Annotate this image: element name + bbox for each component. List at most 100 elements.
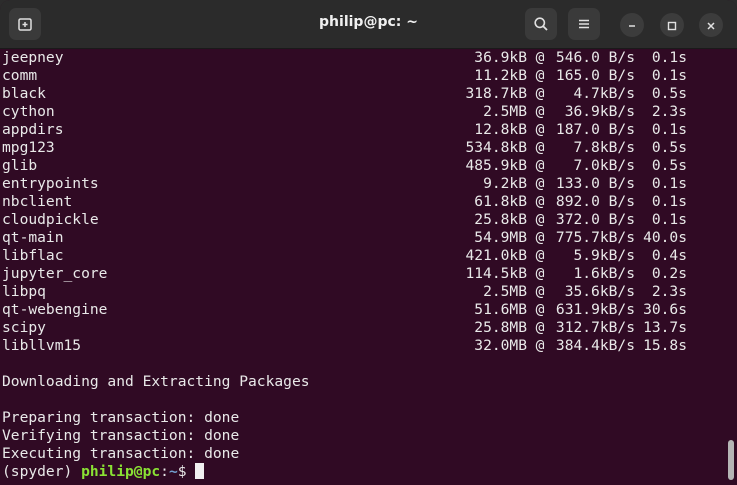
prompt-symbol: $ bbox=[177, 463, 196, 480]
package-row: scipy 25.8MB @312.7kB/s 13.7s bbox=[0, 319, 724, 337]
package-name: libllvm15 bbox=[2, 337, 82, 354]
package-row: comm 11.2kB @165.0 B/s 0.1s bbox=[0, 67, 724, 85]
download-time: 0.5s bbox=[651, 157, 687, 174]
rate-separator: @ bbox=[535, 283, 545, 300]
package-size: 61.8kB bbox=[474, 193, 527, 210]
package-name: entrypoints bbox=[2, 175, 99, 192]
package-name: qt-main bbox=[2, 229, 64, 246]
download-time: 0.1s bbox=[651, 121, 687, 138]
package-size: 25.8kB bbox=[474, 211, 527, 228]
package-name: libflac bbox=[2, 247, 64, 264]
terminal-window: philip@pc: ~ jeepney 36.9kB @ 546.0 B/s … bbox=[0, 0, 737, 485]
download-time: 0.1s bbox=[651, 193, 687, 210]
download-rate: 7.0kB/s bbox=[573, 157, 635, 174]
package-row: black 318.7kB @4.7kB/s 0.5s bbox=[0, 85, 724, 103]
rate-separator: @ bbox=[535, 103, 545, 120]
package-size: 9.2kB bbox=[483, 175, 527, 192]
package-size: 2.5MB bbox=[483, 283, 527, 300]
package-name: black bbox=[2, 85, 46, 102]
download-rate: 892.0 B/s bbox=[555, 193, 635, 210]
package-row: qt-main 54.9MB @775.7kB/s 40.0s bbox=[0, 229, 724, 247]
package-name: appdirs bbox=[2, 121, 64, 138]
minimize-icon bbox=[627, 16, 637, 35]
rate-separator: @ bbox=[535, 193, 545, 210]
download-time: 0.2s bbox=[651, 265, 687, 282]
package-name: libpq bbox=[2, 283, 46, 300]
prompt-colon: : bbox=[160, 463, 169, 480]
download-time: 0.5s bbox=[651, 85, 687, 102]
rate-separator: @ bbox=[535, 67, 545, 84]
scrollbar-thumb[interactable] bbox=[728, 440, 734, 480]
package-size: 2.5MB bbox=[483, 103, 527, 120]
text-cursor bbox=[195, 463, 205, 479]
package-row: libllvm15 32.0MB @384.4kB/s 15.8s bbox=[0, 337, 724, 355]
rate-separator: @ bbox=[535, 265, 545, 282]
package-row: jupyter_core 114.5kB @1.6kB/s 0.2s bbox=[0, 265, 724, 283]
executing-message: Executing transaction: done bbox=[2, 445, 240, 462]
package-row: nbclient 61.8kB @892.0 B/s 0.1s bbox=[0, 193, 724, 211]
shell-prompt[interactable]: (spyder) philip@pc:~$ bbox=[0, 463, 724, 481]
maximize-button[interactable] bbox=[660, 13, 684, 37]
prompt-env: (spyder) bbox=[2, 463, 82, 480]
download-rate: 187.0 B/s bbox=[555, 121, 635, 138]
package-row: appdirs 12.8kB @187.0 B/s 0.1s bbox=[0, 121, 724, 139]
package-size: 485.9kB bbox=[465, 157, 527, 174]
package-size: 11.2kB bbox=[474, 67, 527, 84]
minimize-button[interactable] bbox=[620, 13, 644, 37]
package-row: mpg123 534.8kB @7.8kB/s 0.5s bbox=[0, 139, 724, 157]
package-size: 421.0kB bbox=[465, 247, 527, 264]
terminal-output[interactable]: jeepney 36.9kB @546.0 B/s 0.1s comm 11.2kB @16… bbox=[0, 49, 724, 485]
search-icon bbox=[533, 16, 549, 32]
package-size: 318.7kB bbox=[465, 85, 527, 102]
prompt-path: ~ bbox=[168, 463, 178, 480]
download-time: 30.6s bbox=[643, 301, 687, 318]
search-button[interactable] bbox=[525, 8, 557, 40]
package-size: 54.9MB bbox=[474, 229, 527, 246]
package-size: 114.5kB bbox=[465, 265, 527, 282]
package-name: jupyter_core bbox=[2, 265, 108, 282]
download-time: 40.0s bbox=[643, 229, 687, 246]
package-row: libpq 2.5MB @35.6kB/s 2.3s bbox=[0, 283, 724, 301]
package-name: qt-webengine bbox=[2, 301, 108, 318]
download-time: 0.1s bbox=[651, 49, 687, 66]
download-time: 2.3s bbox=[651, 103, 687, 120]
rate-separator: @ bbox=[535, 337, 545, 354]
package-row: entrypoints 9.2kB @133.0 B/s 0.1s bbox=[0, 175, 724, 193]
download-time: 0.1s bbox=[651, 67, 687, 84]
download-rate: 165.0 B/s bbox=[555, 67, 635, 84]
package-name: comm bbox=[2, 67, 38, 84]
package-name: scipy bbox=[2, 319, 46, 336]
package-size: 12.8kB bbox=[474, 121, 527, 138]
download-rate: 5.9kB/s bbox=[573, 247, 635, 264]
download-rate: 36.9kB/s bbox=[564, 103, 635, 120]
download-time: 15.8s bbox=[643, 337, 687, 354]
download-rate: 7.8kB/s bbox=[573, 139, 635, 156]
package-size: 25.8MB bbox=[474, 319, 527, 336]
download-rate: 1.6kB/s bbox=[573, 265, 635, 282]
rate-separator: @ bbox=[535, 175, 545, 192]
package-name: cython bbox=[2, 103, 55, 120]
download-rate: 546.0 B/s bbox=[555, 49, 635, 66]
package-row: libflac 421.0kB @5.9kB/s 0.4s bbox=[0, 247, 724, 265]
download-time: 0.5s bbox=[651, 139, 687, 156]
rate-separator: @ bbox=[535, 229, 545, 246]
rate-separator: @ bbox=[535, 49, 545, 66]
rate-separator: @ bbox=[535, 157, 545, 174]
download-time: 2.3s bbox=[651, 283, 687, 300]
package-name: glib bbox=[2, 157, 38, 174]
download-time: 0.1s bbox=[651, 211, 687, 228]
close-button[interactable] bbox=[699, 13, 723, 37]
download-rate: 384.4kB/s bbox=[555, 337, 635, 354]
download-time: 0.1s bbox=[651, 175, 687, 192]
package-name: cloudpickle bbox=[2, 211, 99, 228]
package-name: mpg123 bbox=[2, 139, 55, 156]
package-row: glib 485.9kB @7.0kB/s 0.5s bbox=[0, 157, 724, 175]
rate-separator: @ bbox=[535, 85, 545, 102]
title-bar[interactable]: philip@pc: ~ bbox=[0, 0, 737, 49]
rate-separator: @ bbox=[535, 247, 545, 264]
menu-button[interactable] bbox=[568, 8, 600, 40]
package-row: cloudpickle 25.8kB @372.0 B/s 0.1s bbox=[0, 211, 724, 229]
package-row: qt-webengine 51.6MB @631.9kB/s 30.6s bbox=[0, 301, 724, 319]
package-download-list: jeepney 36.9kB @546.0 B/s 0.1s comm 11.2kB @16… bbox=[0, 49, 724, 355]
